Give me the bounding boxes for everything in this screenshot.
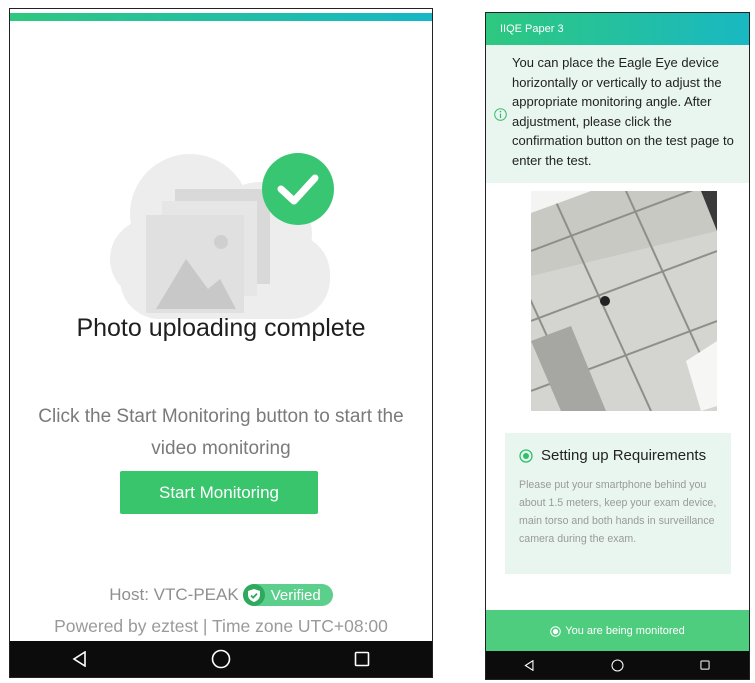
placement-notice: You can place the Eagle Eye device horiz… [486,45,749,183]
start-monitoring-button[interactable]: Start Monitoring [120,471,318,514]
requirements-title: Setting up Requirements [541,447,707,464]
powered-by-footer: Powered by eztest | Time zone UTC+08:00 [54,616,388,636]
notice-text: You can place the Eagle Eye device horiz… [512,55,734,168]
back-icon[interactable] [510,651,550,679]
android-nav-bar [486,651,749,679]
exam-title: IIQE Paper 3 [500,23,564,35]
monitoring-dot-icon [550,625,562,637]
verified-badge: Verified [242,584,333,606]
info-icon [494,107,507,127]
home-icon[interactable] [201,641,241,677]
check-circle-icon [262,153,334,225]
shield-check-icon [242,584,265,606]
recents-icon[interactable] [342,641,382,677]
progress-gradient-bar [10,13,432,21]
radio-target-icon [519,448,533,463]
upload-complete-title: Photo uploading complete [76,314,366,342]
requirements-text: Please put your smartphone behind you ab… [519,479,717,545]
exam-header: IIQE Paper 3 [486,13,749,45]
recents-icon[interactable] [685,651,725,679]
host-line: Host: VTC-PEAK Verified [10,584,432,606]
android-nav-bar [10,641,432,677]
camera-preview [531,191,717,411]
back-icon[interactable] [60,641,100,677]
phone-screen-monitoring: IIQE Paper 3 You can place the Eagle Eye… [485,12,750,680]
verified-label: Verified [270,586,321,604]
host-text: Host: VTC-PEAK [109,585,239,604]
phone-screen-upload-complete: Photo uploading complete Click the Start… [9,8,433,678]
upload-complete-illustration [110,153,334,319]
monitoring-status-text: You are being monitored [565,625,685,637]
monitoring-instruction: Click the Start Monitoring button to sta… [38,406,404,459]
monitoring-status-bar: You are being monitored [486,610,749,652]
ceiling-camera-image [531,191,717,411]
home-icon[interactable] [597,651,637,679]
requirements-card: Setting up Requirements Please put your … [505,433,731,574]
